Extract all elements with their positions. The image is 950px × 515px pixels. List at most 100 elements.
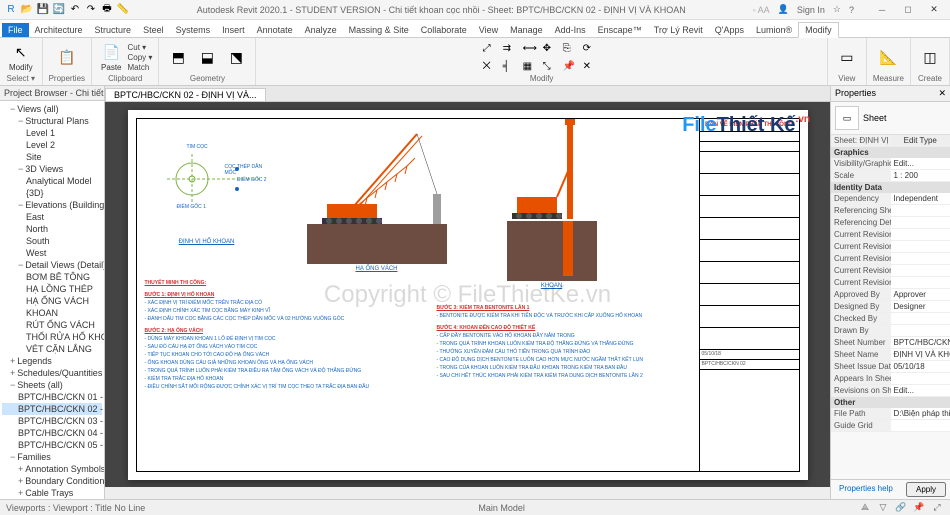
- tab-file[interactable]: File: [2, 23, 29, 37]
- tab-massing[interactable]: Massing & Site: [343, 23, 415, 37]
- close-button[interactable]: ✕: [922, 2, 946, 18]
- apply-button[interactable]: Apply: [906, 482, 946, 497]
- match-button[interactable]: Match: [128, 63, 153, 72]
- minimize-button[interactable]: ─: [870, 2, 894, 18]
- props-row[interactable]: Guide Grid: [831, 420, 950, 432]
- tab-insert[interactable]: Insert: [216, 23, 251, 37]
- status-center[interactable]: Main Model: [145, 503, 858, 513]
- tab-analyze[interactable]: Analyze: [299, 23, 343, 37]
- props-category[interactable]: Identity Data: [831, 182, 950, 193]
- tab-manage[interactable]: Manage: [504, 23, 549, 37]
- sheet[interactable]: Copyright © FileThietKe.vn: [128, 110, 808, 480]
- trim-icon[interactable]: ⨉: [483, 61, 501, 72]
- redo-icon[interactable]: ↷: [84, 3, 98, 17]
- document-tab[interactable]: BPTC/HBC/CKN 02 - ĐỊNH VỊ VÀ...: [105, 88, 266, 101]
- revit-icon[interactable]: R: [4, 3, 18, 17]
- tree-item[interactable]: THỔI RỬA HỐ KHOAN: [2, 331, 102, 343]
- tree-item[interactable]: +Annotation Symbols: [2, 463, 102, 475]
- tree-item[interactable]: −3D Views: [2, 163, 102, 175]
- paste-button[interactable]: 📄Paste: [98, 41, 124, 73]
- props-row[interactable]: Revisions on SheetEdit...: [831, 385, 950, 397]
- undo-icon[interactable]: ↶: [68, 3, 82, 17]
- tree-item[interactable]: −Structural Plans: [2, 115, 102, 127]
- tree-item[interactable]: East: [2, 211, 102, 223]
- tab-trolyrevit[interactable]: Trợ Lý Revit: [648, 23, 709, 37]
- tree-item[interactable]: Analytical Model: [2, 175, 102, 187]
- tab-view[interactable]: View: [473, 23, 504, 37]
- array-icon[interactable]: ▦: [523, 61, 541, 72]
- offset-icon[interactable]: ⇉: [503, 43, 521, 54]
- tree-item[interactable]: HẠ ỐNG VÁCH: [2, 295, 102, 307]
- tab-steel[interactable]: Steel: [137, 23, 170, 37]
- drawing-canvas[interactable]: FileThiết Kế.vn Copyright © FileThietKe.…: [105, 102, 830, 487]
- props-row[interactable]: Current Revision ...: [831, 229, 950, 241]
- tab-systems[interactable]: Systems: [170, 23, 217, 37]
- copy-button[interactable]: Copy ▾: [128, 53, 153, 62]
- help-icon[interactable]: ?: [849, 5, 854, 15]
- tree-item[interactable]: RÚT ỐNG VÁCH: [2, 319, 102, 331]
- sb-select-icon[interactable]: ⟁: [858, 501, 872, 515]
- tree-item[interactable]: Level 1: [2, 127, 102, 139]
- signin-label[interactable]: Sign In: [797, 5, 825, 15]
- props-close-icon[interactable]: ✕: [938, 88, 946, 99]
- tree-item[interactable]: VÉT CẶN LẮNG: [2, 343, 102, 355]
- tree-item[interactable]: HẠ LỒNG THÉP: [2, 283, 102, 295]
- props-row[interactable]: Scale1 : 200: [831, 170, 950, 182]
- tree-item[interactable]: +Schedules/Quantities (all): [2, 367, 102, 379]
- open-icon[interactable]: 📂: [20, 3, 34, 17]
- view-button[interactable]: ▭: [834, 46, 860, 68]
- measure-button[interactable]: 📐: [875, 46, 901, 68]
- tree-item[interactable]: BPTC/HBC/CKN 05 - BƠM I: [2, 439, 102, 451]
- props-category[interactable]: Graphics: [831, 147, 950, 158]
- create-button[interactable]: ◫: [917, 46, 943, 68]
- tab-architecture[interactable]: Architecture: [29, 23, 89, 37]
- props-row[interactable]: Current Revision ...: [831, 265, 950, 277]
- tree-item[interactable]: BPTC/HBC/CKN 01 - QUY T: [2, 391, 102, 403]
- tree-item[interactable]: +Boundary Conditions: [2, 475, 102, 487]
- tab-qapps[interactable]: Q'Apps: [709, 23, 750, 37]
- join-button[interactable]: ⬔: [223, 46, 249, 68]
- props-row[interactable]: Current Revision ...: [831, 241, 950, 253]
- tree-item[interactable]: Level 2: [2, 139, 102, 151]
- tree-item[interactable]: KHOAN: [2, 307, 102, 319]
- sync-icon[interactable]: 🔄: [52, 3, 66, 17]
- rotate-icon[interactable]: ⟳: [583, 43, 601, 54]
- delete-icon[interactable]: ✕: [583, 61, 601, 72]
- props-row[interactable]: Appears In Sheet...: [831, 373, 950, 385]
- tab-collaborate[interactable]: Collaborate: [415, 23, 473, 37]
- sb-drag-icon[interactable]: ⤢: [930, 501, 944, 515]
- properties-button[interactable]: 📋: [54, 46, 80, 68]
- sb-filter-icon[interactable]: ▽: [876, 501, 890, 515]
- tree-item[interactable]: South: [2, 235, 102, 247]
- tree-item[interactable]: −Sheets (all): [2, 379, 102, 391]
- print-icon[interactable]: 🖶: [100, 3, 114, 17]
- props-row[interactable]: DependencyIndependent: [831, 193, 950, 205]
- tree-item[interactable]: North: [2, 223, 102, 235]
- edit-type-button[interactable]: Edit Type: [891, 135, 950, 146]
- props-row[interactable]: Referencing Detail: [831, 217, 950, 229]
- tree-item[interactable]: +Legends: [2, 355, 102, 367]
- browser-tree[interactable]: −Views (all)−Structural PlansLevel 1Leve…: [0, 101, 104, 499]
- modify-button[interactable]: ↖Modify: [6, 41, 36, 73]
- props-row[interactable]: Sheet NumberBPTC/HBC/CKN 02: [831, 337, 950, 349]
- split-icon[interactable]: ╡: [503, 61, 521, 72]
- tab-lumion[interactable]: Lumion®: [750, 23, 798, 37]
- props-row[interactable]: Sheet Issue Date05/10/18: [831, 361, 950, 373]
- maximize-button[interactable]: ◻: [896, 2, 920, 18]
- tree-item[interactable]: BPTC/HBC/CKN 04 - VỆ SIN: [2, 427, 102, 439]
- sb-pin-icon[interactable]: 📌: [912, 501, 926, 515]
- props-row[interactable]: File PathD:\Biện pháp thi...: [831, 408, 950, 420]
- mirror-icon[interactable]: ⟷: [523, 43, 541, 54]
- tree-item[interactable]: +Cable Trays: [2, 487, 102, 499]
- tree-item[interactable]: −Elevations (Building Elevation): [2, 199, 102, 211]
- cope-button[interactable]: ⬒: [165, 46, 191, 68]
- tab-enscape[interactable]: Enscape™: [592, 23, 648, 37]
- props-row[interactable]: Checked By: [831, 313, 950, 325]
- tab-annotate[interactable]: Annotate: [251, 23, 299, 37]
- sb-link-icon[interactable]: 🔗: [894, 501, 908, 515]
- search-hint[interactable]: ◦ AA: [752, 5, 769, 15]
- props-row[interactable]: Referencing Sheet: [831, 205, 950, 217]
- copy-icon[interactable]: ⎘: [563, 43, 581, 54]
- tree-item[interactable]: −Families: [2, 451, 102, 463]
- measure-icon[interactable]: 📏: [116, 3, 130, 17]
